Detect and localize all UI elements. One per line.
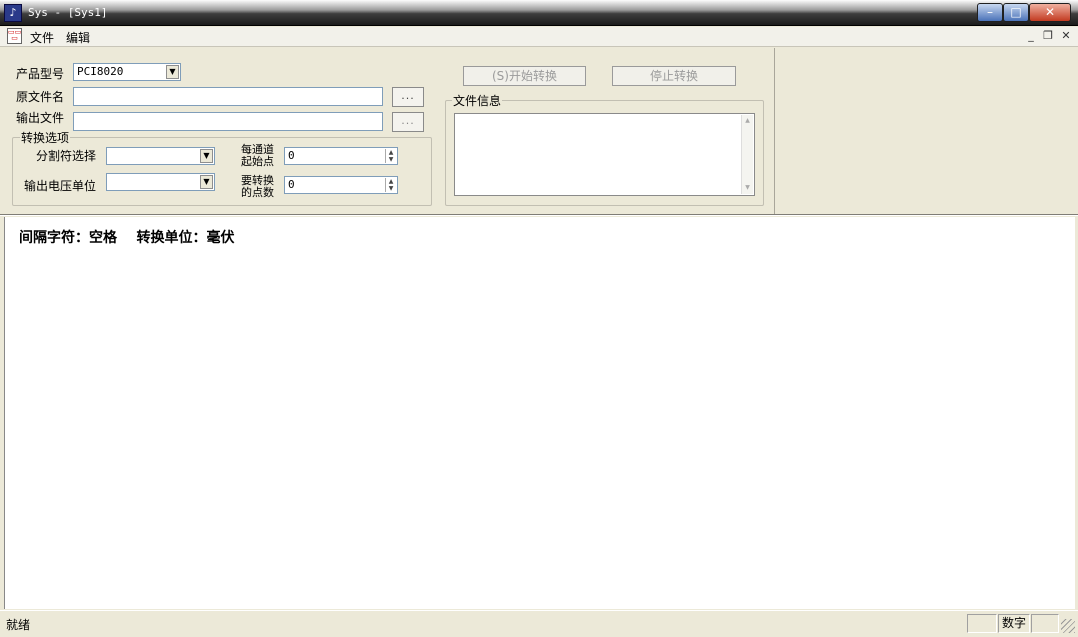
app-icon[interactable]: ♪: [4, 4, 22, 22]
mdi-close-button[interactable]: ✕: [1059, 28, 1073, 44]
start-point-label: 每通道 起始点: [241, 143, 274, 168]
panel-splitter[interactable]: [0, 214, 1078, 216]
source-file-input[interactable]: [73, 87, 383, 106]
menu-edit[interactable]: 编辑: [66, 29, 90, 46]
status-pane-empty-2: [1031, 614, 1059, 633]
chevron-down-icon[interactable]: ▼: [200, 149, 213, 163]
spin-buttons[interactable]: ▲ ▼: [385, 149, 396, 163]
conversion-summary: 间隔字符：空格 转换单位：毫伏: [19, 230, 235, 246]
menu-file[interactable]: 文件: [30, 29, 54, 46]
product-model-label: 产品型号: [16, 67, 65, 81]
file-info-scrollbar[interactable]: ▲ ▼: [741, 115, 753, 194]
start-point-spinner[interactable]: 0 ▲ ▼: [284, 147, 398, 165]
voltage-unit-label: 输出电压单位: [24, 179, 97, 193]
close-button[interactable]: ✕: [1029, 3, 1071, 22]
voltage-unit-select[interactable]: ▼: [106, 173, 215, 191]
document-view[interactable]: 间隔字符：空格 转换单位：毫伏: [4, 217, 1075, 609]
status-bar: 就绪 数字: [0, 610, 1078, 637]
product-model-select[interactable]: PCI8020 ▼: [73, 63, 181, 81]
document-icon[interactable]: ▭▭ ▭: [7, 28, 22, 44]
form-panel-filler: [776, 48, 1078, 214]
menu-bar: ▭▭ ▭ 文件 编辑 _ ❐ ✕: [0, 27, 1078, 47]
product-model-value: PCI8020: [77, 65, 124, 78]
points-value: 0: [288, 178, 295, 191]
output-file-browse-button[interactable]: ...: [392, 112, 424, 132]
resize-grip-icon[interactable]: [1061, 619, 1075, 633]
file-info-textarea[interactable]: ▲ ▼: [454, 113, 755, 196]
mdi-restore-button[interactable]: ❐: [1041, 28, 1055, 44]
output-file-input[interactable]: [73, 112, 383, 131]
spin-buttons[interactable]: ▲ ▼: [385, 178, 396, 192]
separator-select[interactable]: ▼: [106, 147, 215, 165]
mdi-minimize-button[interactable]: _: [1024, 28, 1038, 44]
window-title: Sys - [Sys1]: [28, 6, 108, 19]
points-spinner[interactable]: 0 ▲ ▼: [284, 176, 398, 194]
spin-down-icon[interactable]: ▼: [386, 185, 396, 192]
points-label: 要转换 的点数: [241, 174, 274, 199]
start-point-value: 0: [288, 149, 295, 162]
source-file-browse-button[interactable]: ...: [392, 87, 424, 107]
status-pane-empty: [967, 614, 997, 633]
status-text: 就绪: [6, 618, 31, 632]
spin-up-icon[interactable]: ▲: [386, 149, 396, 156]
output-file-label: 输出文件: [16, 111, 65, 125]
num-lock-indicator: 数字: [998, 614, 1030, 633]
minimize-button[interactable]: –: [977, 3, 1003, 22]
scroll-up-icon[interactable]: ▲: [742, 115, 753, 127]
spin-down-icon[interactable]: ▼: [386, 156, 396, 163]
scroll-down-icon[interactable]: ▼: [742, 182, 753, 194]
conversion-options-title: 转换选项: [20, 129, 71, 146]
chevron-down-icon[interactable]: ▼: [200, 175, 213, 189]
maximize-button[interactable]: □: [1003, 3, 1029, 22]
chevron-down-icon[interactable]: ▼: [166, 65, 179, 79]
title-bar[interactable]: [0, 0, 1078, 26]
source-file-label: 原文件名: [16, 90, 65, 104]
spin-up-icon[interactable]: ▲: [386, 178, 396, 185]
file-info-title: 文件信息: [452, 92, 503, 109]
stop-conversion-button[interactable]: 停止转换: [612, 66, 736, 86]
separator-label: 分割符选择: [36, 149, 97, 163]
start-conversion-button[interactable]: (S)开始转换: [463, 66, 586, 86]
